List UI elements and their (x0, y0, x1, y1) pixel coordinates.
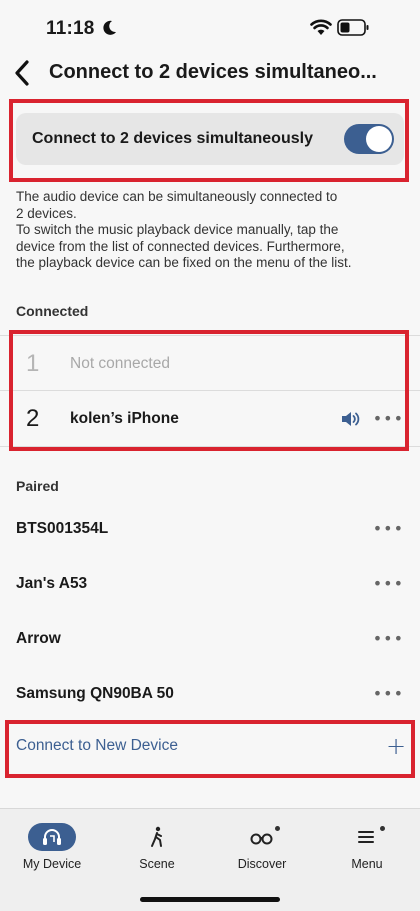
more-options-icon[interactable]: ••• (373, 519, 404, 538)
more-options-icon[interactable]: ••• (373, 629, 404, 648)
paired-device-name: BTS001354L (16, 519, 109, 537)
page-title: Connect to 2 devices simultaneo... (49, 61, 377, 83)
hamburger-menu-icon (358, 831, 374, 843)
status-bar: 11:18 (0, 0, 420, 56)
tab-bar: My Device Scene Discover Menu (0, 808, 420, 911)
more-options-icon[interactable]: ••• (373, 574, 404, 593)
paired-device-row[interactable]: Samsung QN90BA 50 ••• (0, 666, 420, 721)
paired-heading: Paired (16, 478, 59, 494)
header: Connect to 2 devices simultaneo... (0, 56, 420, 92)
battery-icon (337, 19, 369, 36)
highlight-box-connect-new (5, 720, 415, 778)
paired-device-name: Arrow (16, 629, 61, 647)
tab-label: Discover (237, 857, 287, 871)
wifi-icon (310, 19, 332, 35)
highlight-box-connected (9, 330, 409, 451)
tab-scene[interactable]: Scene (112, 823, 202, 871)
tab-label: Scene (139, 857, 175, 871)
description-line: The audio device can be simultaneously c… (16, 189, 338, 204)
description-line: the playback device can be fixed on the … (16, 255, 352, 270)
description-line: 2 devices. (16, 205, 77, 221)
connected-heading: Connected (16, 303, 89, 319)
more-options-icon[interactable]: ••• (373, 684, 404, 703)
tab-discover[interactable]: Discover (217, 823, 307, 871)
binoculars-icon (250, 833, 273, 845)
back-chevron-icon[interactable] (10, 58, 34, 88)
tab-menu[interactable]: Menu (322, 823, 412, 871)
paired-device-row[interactable]: BTS001354L ••• (0, 501, 420, 556)
description-line: device from the list of connected device… (16, 238, 345, 254)
description-line: To switch the music playback device manu… (16, 222, 339, 237)
paired-device-name: Jan's A53 (16, 574, 88, 592)
notification-dot (380, 826, 385, 831)
headphones-icon (28, 823, 76, 851)
paired-device-row[interactable]: Arrow ••• (0, 611, 420, 666)
notification-dot (275, 826, 280, 831)
dual-connect-description: The audio device can be simultaneously c… (16, 189, 406, 272)
highlight-box-toggle (9, 99, 409, 182)
walking-person-icon (151, 826, 162, 847)
moon-icon (103, 20, 116, 35)
tab-label: My Device (22, 857, 82, 871)
tab-label: Menu (351, 857, 383, 871)
paired-device-name: Samsung QN90BA 50 (16, 684, 174, 702)
home-indicator (140, 897, 280, 902)
paired-device-row[interactable]: Jan's A53 ••• (0, 556, 420, 611)
tab-my-device[interactable]: My Device (7, 823, 97, 871)
status-time: 11:18 (46, 18, 95, 39)
